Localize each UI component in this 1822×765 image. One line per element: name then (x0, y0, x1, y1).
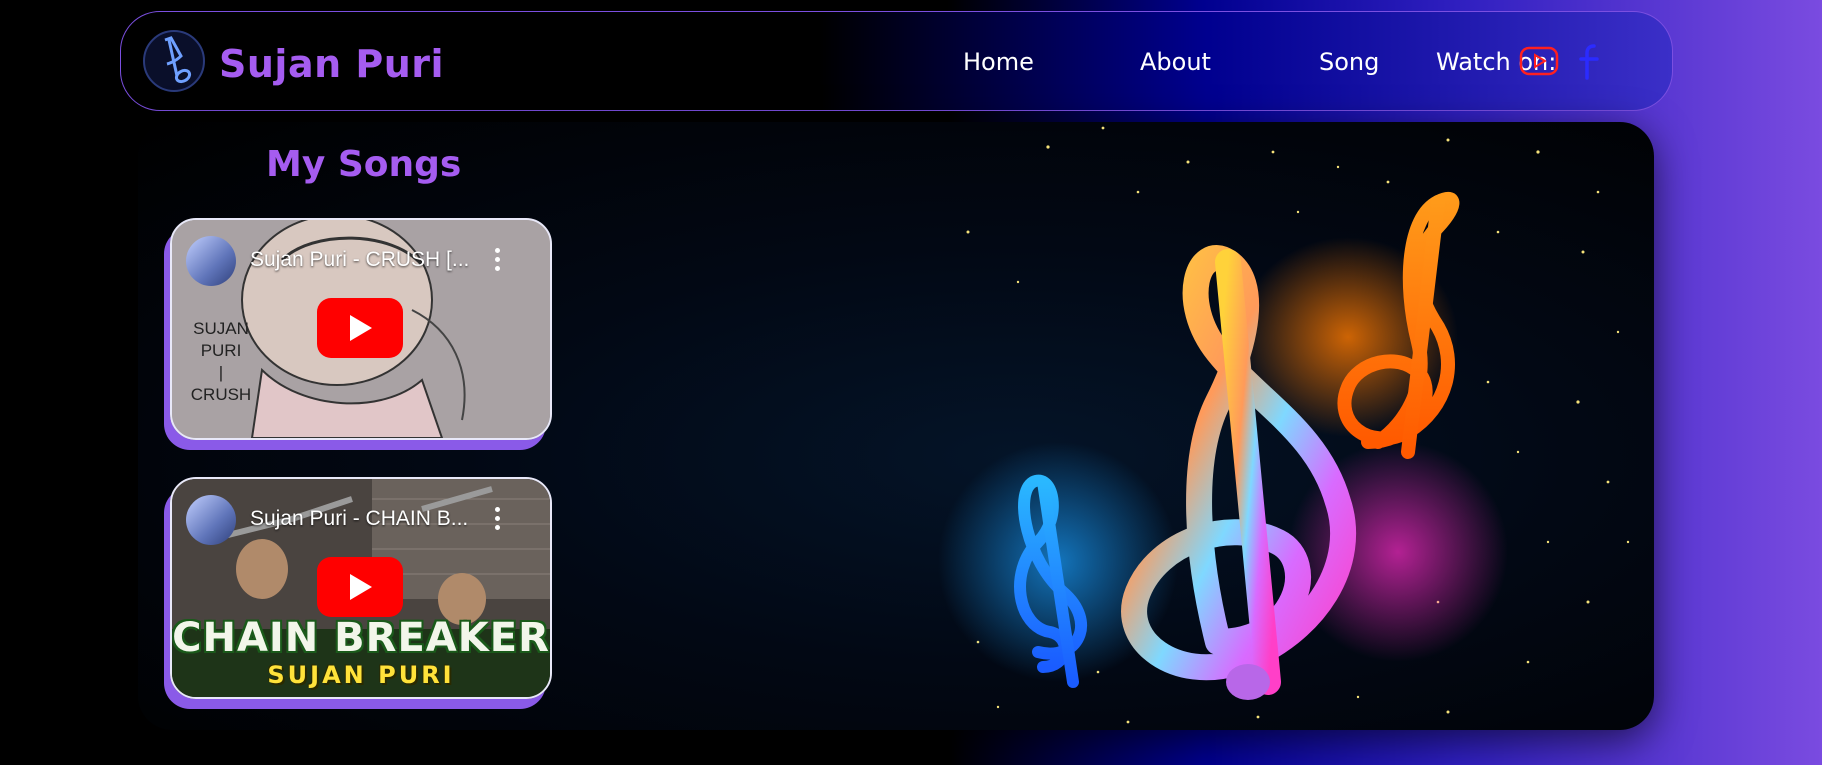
video-card-chain-breaker[interactable]: Sujan Puri - CHAIN B... CHAIN BREAKER SU… (170, 477, 552, 699)
channel-avatar[interactable] (186, 495, 236, 545)
more-options-icon[interactable] (492, 248, 502, 272)
more-options-icon[interactable] (492, 507, 502, 531)
play-button[interactable] (317, 557, 403, 617)
thumbnail-banner-title: CHAIN BREAKER (172, 615, 550, 661)
brand-name[interactable]: Sujan Puri (219, 42, 444, 86)
nav-song[interactable]: Song (1319, 48, 1379, 76)
channel-avatar[interactable] (186, 236, 236, 286)
navbar: Sujan Puri Home About Song Watch on: (120, 11, 1673, 111)
nav-home[interactable]: Home (963, 48, 1034, 76)
play-button[interactable] (317, 298, 403, 358)
video-title[interactable]: Sujan Puri - CHAIN B... (250, 507, 468, 531)
thumbnail-banner-artist: SUJAN PURI (267, 661, 455, 689)
thumbnail-text: SUJAN PURI | CRUSH (190, 319, 252, 404)
main-panel: My Songs Sujan Puri - CRUSH [... SUJAN P… (138, 122, 1654, 730)
music-note-logo-icon[interactable] (143, 30, 205, 92)
video-card-crush[interactable]: Sujan Puri - CRUSH [... SUJAN PURI | CRU… (170, 218, 552, 440)
video-title[interactable]: Sujan Puri - CRUSH [... (250, 248, 469, 272)
youtube-icon[interactable] (1519, 46, 1559, 76)
my-songs-title: My Songs (266, 144, 462, 185)
facebook-icon[interactable] (1577, 42, 1603, 80)
nav-about[interactable]: About (1140, 48, 1211, 76)
